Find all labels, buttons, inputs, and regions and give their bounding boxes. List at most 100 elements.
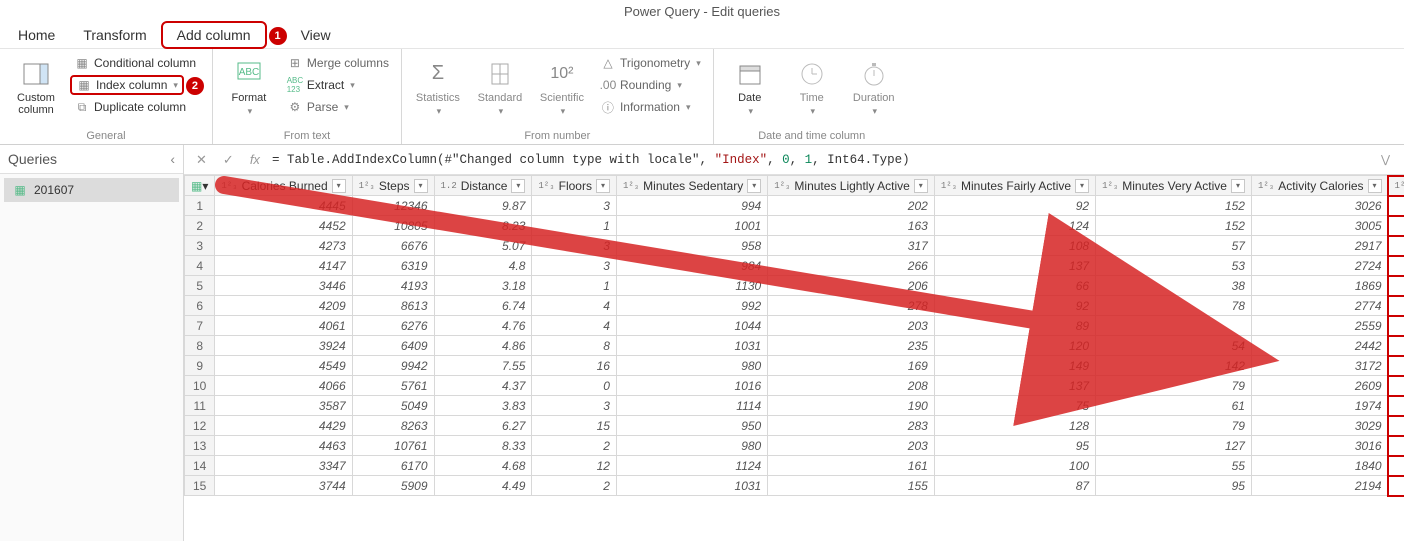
cell[interactable]: 87 xyxy=(934,476,1095,496)
filter-button[interactable]: ▾ xyxy=(914,179,928,193)
row-number[interactable]: 9 xyxy=(185,356,215,376)
cell[interactable]: 1124 xyxy=(616,456,767,476)
cell[interactable]: 9.87 xyxy=(434,196,532,216)
cell[interactable]: 6319 xyxy=(352,256,434,276)
cell[interactable]: 2609 xyxy=(1251,376,1388,396)
cell[interactable]: 127 xyxy=(1096,436,1252,456)
cell[interactable]: 6 xyxy=(1388,316,1404,336)
cell[interactable]: 4.49 xyxy=(434,476,532,496)
cell[interactable]: 3924 xyxy=(215,336,352,356)
cell[interactable]: 1130 xyxy=(616,276,767,296)
table-row[interactable]: 15374459094.49210311558795219414 xyxy=(185,476,1404,496)
cancel-formula-button[interactable]: ✕ xyxy=(192,152,211,168)
cell[interactable]: 1 xyxy=(532,216,617,236)
cell[interactable]: 4445 xyxy=(215,196,352,216)
table-row[interactable]: 24452108058.231100116312415230051 xyxy=(185,216,1404,236)
cell[interactable]: 57 xyxy=(1096,236,1252,256)
cell[interactable]: 4.76 xyxy=(434,316,532,336)
row-number[interactable]: 12 xyxy=(185,416,215,436)
cell[interactable]: 92 xyxy=(934,296,1095,316)
table-row[interactable]: 5344641933.1811130206663818694 xyxy=(185,276,1404,296)
filter-button[interactable]: ▾ xyxy=(1368,179,1382,193)
cell[interactable]: 1044 xyxy=(616,316,767,336)
cell[interactable]: 2 xyxy=(1388,236,1404,256)
cell[interactable]: 79 xyxy=(1096,376,1252,396)
cell[interactable]: 3 xyxy=(532,256,617,276)
cell[interactable]: 6276 xyxy=(352,316,434,336)
cell[interactable]: 1840 xyxy=(1251,456,1388,476)
cell[interactable]: 980 xyxy=(616,356,767,376)
cell[interactable]: 54 xyxy=(1096,336,1252,356)
time-button[interactable]: Time ▾ xyxy=(784,53,840,121)
cell[interactable]: 61 xyxy=(1096,396,1252,416)
row-number[interactable]: 3 xyxy=(185,236,215,256)
table-row[interactable]: 14445123469.8739942029215230260 xyxy=(185,196,1404,216)
tab-add-column[interactable]: Add column xyxy=(161,21,267,49)
cell[interactable]: 9 xyxy=(1388,376,1404,396)
cell[interactable]: 128 xyxy=(934,416,1095,436)
cell[interactable]: 12 xyxy=(1388,436,1404,456)
cell[interactable]: 3 xyxy=(532,236,617,256)
table-row[interactable]: 7406162764.76410442038925596 xyxy=(185,316,1404,336)
cell[interactable]: 1 xyxy=(1388,216,1404,236)
filter-button[interactable]: ▾ xyxy=(511,179,525,193)
row-number[interactable]: 5 xyxy=(185,276,215,296)
cell[interactable]: 8.33 xyxy=(434,436,532,456)
cell[interactable]: 4193 xyxy=(352,276,434,296)
trigonometry-button[interactable]: △ Trigonometry ▾ xyxy=(596,53,705,73)
row-number[interactable]: 2 xyxy=(185,216,215,236)
cell[interactable]: 4 xyxy=(532,316,617,336)
custom-column-button[interactable]: Custom column xyxy=(8,53,64,121)
cell[interactable]: 4.8 xyxy=(434,256,532,276)
table-row[interactable]: 3427366765.0739583171085729172 xyxy=(185,236,1404,256)
cell[interactable]: 2559 xyxy=(1251,316,1388,336)
cell[interactable]: 4463 xyxy=(215,436,352,456)
cell[interactable]: 8 xyxy=(1388,356,1404,376)
cell[interactable]: 980 xyxy=(616,436,767,456)
cell[interactable]: 3.18 xyxy=(434,276,532,296)
cell[interactable]: 4452 xyxy=(215,216,352,236)
cell[interactable]: 13 xyxy=(1388,456,1404,476)
column-header[interactable]: 1²₃ Floors▾ xyxy=(532,176,617,196)
table-row[interactable]: 10406657614.37010162081377926099 xyxy=(185,376,1404,396)
cell[interactable]: 0 xyxy=(1388,196,1404,216)
column-header[interactable]: 1²₃ Activity Calories▾ xyxy=(1251,176,1388,196)
cell[interactable]: 3446 xyxy=(215,276,352,296)
column-header[interactable]: 1²₃ Calories Burned▾ xyxy=(215,176,352,196)
cell[interactable]: 2194 xyxy=(1251,476,1388,496)
table-row[interactable]: 4414763194.839842661375327243 xyxy=(185,256,1404,276)
rounding-button[interactable]: .00 Rounding ▾ xyxy=(596,75,705,95)
row-number[interactable]: 4 xyxy=(185,256,215,276)
duplicate-column-button[interactable]: ⧉ Duplicate column xyxy=(70,97,204,117)
cell[interactable]: 994 xyxy=(616,196,767,216)
column-header[interactable]: 1.2 Distance▾ xyxy=(434,176,532,196)
cell[interactable]: 3 xyxy=(1388,256,1404,276)
column-header[interactable]: 1²₃ Minutes Fairly Active▾ xyxy=(934,176,1095,196)
table-row[interactable]: 134463107618.33298020395127301612 xyxy=(185,436,1404,456)
cell[interactable]: 1016 xyxy=(616,376,767,396)
tab-transform[interactable]: Transform xyxy=(69,23,160,47)
row-number[interactable]: 15 xyxy=(185,476,215,496)
cell[interactable]: 3.83 xyxy=(434,396,532,416)
cell[interactable]: 3005 xyxy=(1251,216,1388,236)
table-row[interactable]: 8392464094.86810312351205424427 xyxy=(185,336,1404,356)
index-column-button[interactable]: ▦ Index column ▾ xyxy=(70,75,184,95)
cell[interactable]: 92 xyxy=(934,196,1095,216)
cell[interactable]: 16 xyxy=(532,356,617,376)
tab-view[interactable]: View xyxy=(287,23,345,47)
cell[interactable]: 163 xyxy=(768,216,935,236)
filter-button[interactable]: ▾ xyxy=(1231,179,1245,193)
cell[interactable]: 1031 xyxy=(616,476,767,496)
cell[interactable]: 190 xyxy=(768,396,935,416)
date-button[interactable]: Date ▾ xyxy=(722,53,778,121)
cell[interactable]: 8613 xyxy=(352,296,434,316)
cell[interactable]: 6.27 xyxy=(434,416,532,436)
cell[interactable]: 4549 xyxy=(215,356,352,376)
cell[interactable]: 3587 xyxy=(215,396,352,416)
cell[interactable]: 950 xyxy=(616,416,767,436)
cell[interactable]: 10805 xyxy=(352,216,434,236)
cell[interactable]: 203 xyxy=(768,316,935,336)
column-header[interactable]: 1²₃ Minutes Very Active▾ xyxy=(1096,176,1252,196)
row-number[interactable]: 1 xyxy=(185,196,215,216)
tab-home[interactable]: Home xyxy=(4,23,69,47)
